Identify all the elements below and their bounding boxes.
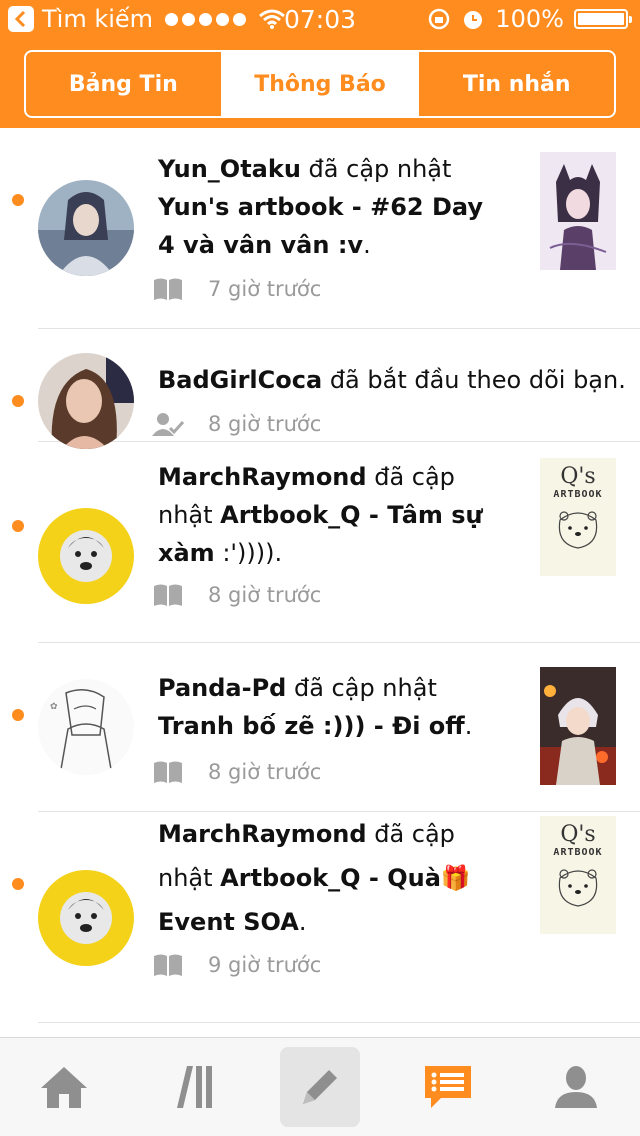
notification-item[interactable]: MarchRaymond đã cập nhật Artbook_Q - Quà… (12, 812, 640, 1023)
unread-dot (12, 395, 24, 407)
book-icon (154, 278, 182, 300)
timestamp: 8 giờ trước (208, 583, 322, 607)
story-title[interactable]: Yun's artbook - #62 Day 4 và vân vân :v (158, 193, 483, 259)
notification-item[interactable]: ✿ Panda-Pd đã cập nhật Tranh bố zẽ :))) … (12, 643, 640, 812)
home-icon[interactable] (39, 1064, 89, 1110)
tab-library[interactable] (128, 1038, 256, 1136)
username[interactable]: Panda-Pd (158, 674, 286, 702)
unread-dot (12, 878, 24, 890)
notification-text: Panda-Pd đã cập nhật Tranh bố zẽ :))) - … (158, 669, 508, 745)
cover-subtitle: ARTBOOK (553, 489, 603, 500)
notification-text: MarchRaymond đã cập nhật Artbook_Q - Quà… (158, 812, 508, 944)
story-cover[interactable]: Q's ARTBOOK (540, 816, 616, 934)
tab-notifications-bottom[interactable] (384, 1038, 512, 1136)
notification-text: Yun_Otaku đã cập nhật Yun's artbook - #6… (158, 150, 508, 264)
battery-icon (574, 9, 632, 29)
story-title[interactable]: Tranh bố zẽ :))) - Đi off (158, 712, 465, 740)
timestamp: 8 giờ trước (208, 412, 322, 436)
avatar[interactable] (38, 353, 134, 449)
notification-item[interactable]: BadGirlCoca đã bắt đầu theo dõi bạn. 8 g… (12, 329, 640, 449)
cover-subtitle: ARTBOOK (553, 847, 603, 858)
action-text: đã cập nhật (286, 674, 437, 702)
notification-meta: 8 giờ trước (152, 759, 321, 785)
notification-meta: 8 giờ trước (152, 411, 321, 437)
suffix-text: . (464, 712, 473, 740)
username[interactable]: Yun_Otaku (158, 155, 301, 183)
book-icon (154, 761, 182, 783)
feed-tabs: Bảng Tin Thông Báo Tin nhắn (24, 50, 616, 118)
header: Tìm kiếm 07:03 100% Bảng Tin Thông Báo T… (0, 0, 640, 128)
user-check-icon (152, 413, 184, 436)
timestamp: 9 giờ trước (208, 953, 322, 977)
story-cover[interactable] (540, 152, 616, 270)
alarm-icon (464, 11, 483, 29)
story-cover[interactable]: Q's ARTBOOK (540, 458, 616, 576)
notification-meta: 8 giờ trước (152, 582, 321, 608)
compose-icon[interactable] (295, 1062, 345, 1112)
timestamp: 7 giờ trước (208, 277, 322, 301)
suffix-text: . (298, 908, 307, 936)
username[interactable]: MarchRaymond (158, 820, 367, 848)
suffix-text: :')))). (214, 539, 283, 567)
username[interactable]: BadGirlCoca (158, 366, 322, 394)
avatar[interactable] (38, 508, 134, 604)
notification-meta: 9 giờ trước (152, 952, 321, 978)
notification-list: Yun_Otaku đã cập nhật Yun's artbook - #6… (0, 128, 640, 1023)
cover-title: Q's (560, 464, 596, 489)
unread-dot (12, 709, 24, 721)
tab-feed[interactable]: Bảng Tin (26, 52, 221, 116)
bottom-tab-bar (0, 1037, 640, 1136)
book-icon (154, 954, 182, 976)
timestamp: 8 giờ trước (208, 760, 322, 784)
tab-profile[interactable] (512, 1038, 640, 1136)
notification-text: MarchRaymond đã cập nhật Artbook_Q - Tâm… (158, 458, 508, 572)
tab-notifications[interactable]: Thông Báo (220, 52, 418, 116)
notification-text: BadGirlCoca đã bắt đầu theo dõi bạn. (158, 361, 628, 399)
unread-dot (12, 520, 24, 532)
notification-meta: 7 giờ trước (152, 276, 321, 302)
profile-icon[interactable] (551, 1064, 601, 1110)
notification-item[interactable]: MarchRaymond đã cập nhật Artbook_Q - Tâm… (12, 442, 640, 643)
avatar[interactable] (38, 180, 134, 276)
unread-dot (12, 194, 24, 206)
cover-title: Q's (560, 822, 596, 847)
username[interactable]: MarchRaymond (158, 463, 367, 491)
library-icon[interactable] (167, 1064, 217, 1110)
notification-item[interactable]: Yun_Otaku đã cập nhật Yun's artbook - #6… (12, 128, 640, 329)
rotation-lock-icon (429, 8, 450, 30)
notifications-icon[interactable] (423, 1064, 473, 1110)
action-text: đã cập nhật (300, 155, 452, 183)
status-bar: Tìm kiếm 07:03 100% (0, 0, 640, 40)
tab-home[interactable] (0, 1038, 128, 1136)
svg-text:✿: ✿ (50, 702, 58, 712)
battery-percent: 100% (495, 5, 564, 33)
action-text: đã bắt đầu theo dõi bạn. (322, 366, 626, 394)
avatar[interactable]: ✿ (38, 679, 134, 775)
tab-messages[interactable]: Tin nhắn (417, 52, 614, 116)
story-cover[interactable] (540, 667, 616, 785)
avatar[interactable] (38, 870, 134, 966)
suffix-text: . (363, 231, 371, 259)
tab-compose[interactable] (256, 1038, 384, 1136)
book-icon (154, 584, 182, 606)
